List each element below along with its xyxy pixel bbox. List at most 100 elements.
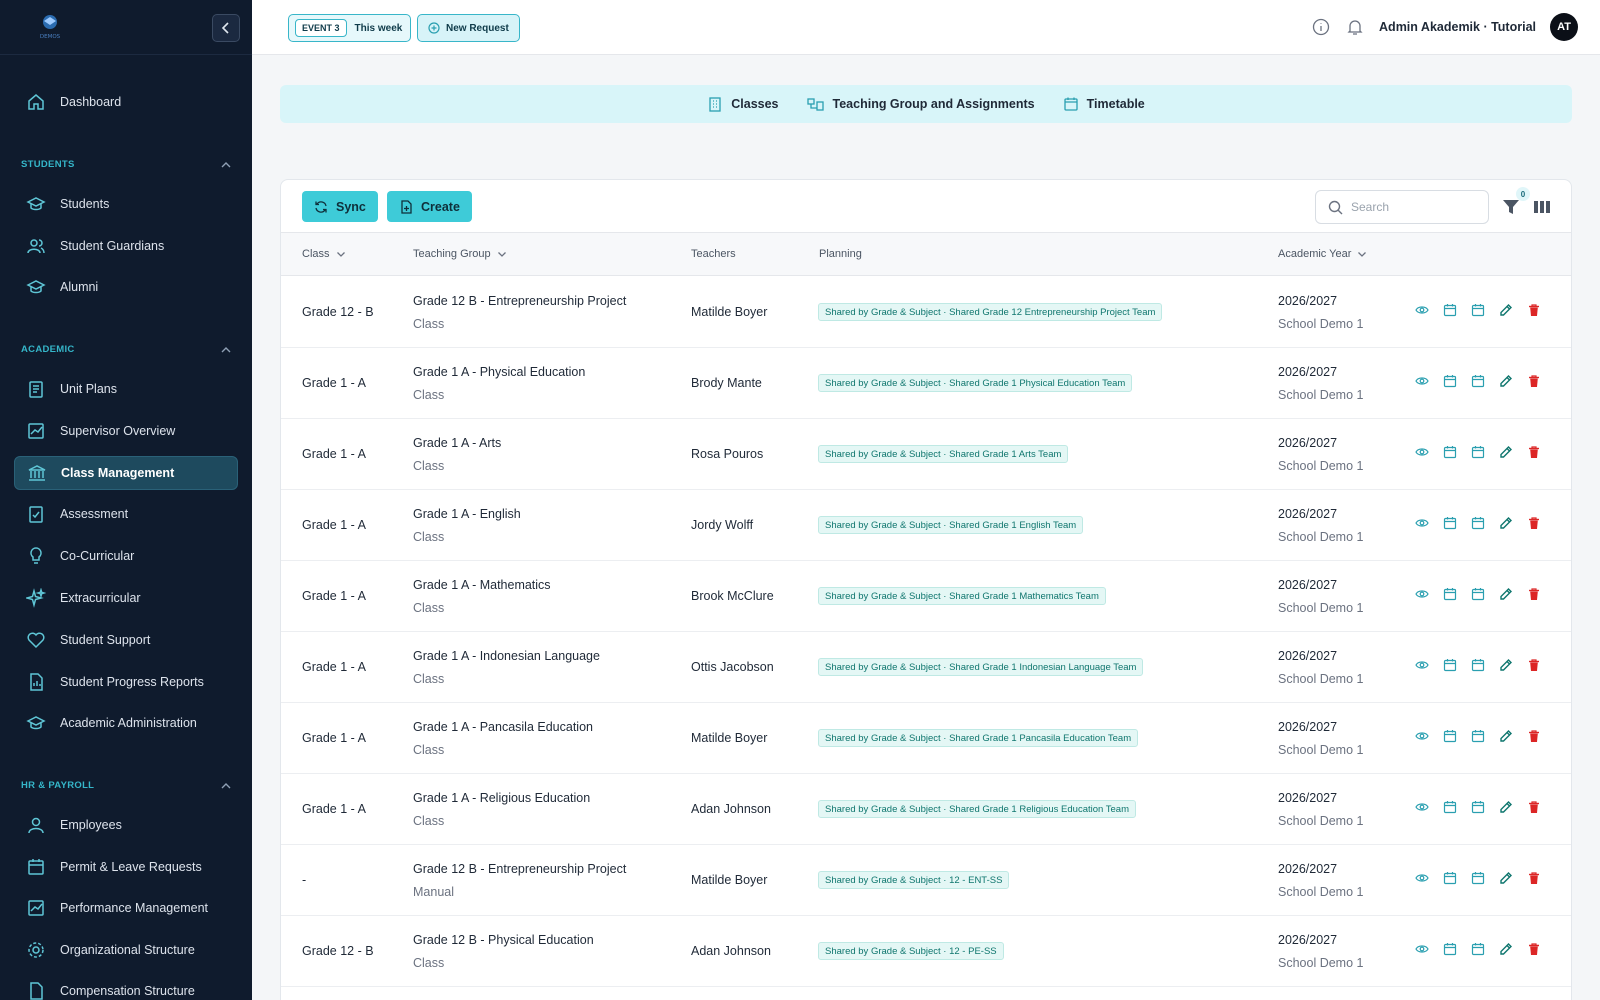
view-icon[interactable] xyxy=(1414,941,1430,957)
schedule-icon[interactable] xyxy=(1470,870,1486,886)
schedule-icon[interactable] xyxy=(1470,657,1486,673)
create-button[interactable]: Create xyxy=(387,191,472,222)
section-academic[interactable]: ACADEMIC xyxy=(21,344,231,355)
edit-icon[interactable] xyxy=(1498,586,1514,602)
column-header-class[interactable]: Class xyxy=(302,248,346,260)
edit-icon[interactable] xyxy=(1498,515,1514,531)
schedule-icon[interactable] xyxy=(1470,799,1486,815)
tab-teaching-group[interactable]: Teaching Group and Assignments xyxy=(806,96,1035,112)
schedule-icon[interactable] xyxy=(1470,302,1486,318)
calendar-icon[interactable] xyxy=(1442,444,1458,460)
event-chip[interactable]: EVENT 3 This week xyxy=(288,14,412,42)
sidebar-item-unit-plans[interactable]: Unit Plans xyxy=(14,372,238,406)
teaching-group-cell[interactable]: Grade 1 A - Arts xyxy=(413,436,501,450)
view-icon[interactable] xyxy=(1414,302,1430,318)
calendar-icon[interactable] xyxy=(1442,870,1458,886)
delete-icon[interactable] xyxy=(1526,373,1542,389)
edit-icon[interactable] xyxy=(1498,941,1514,957)
delete-icon[interactable] xyxy=(1526,870,1542,886)
calendar-icon[interactable] xyxy=(1442,586,1458,602)
sidebar-item-student-support[interactable]: Student Support xyxy=(14,623,238,657)
new-request-button[interactable]: New Request xyxy=(417,14,520,42)
calendar-icon[interactable] xyxy=(1442,728,1458,744)
sidebar-item-students[interactable]: Students xyxy=(14,187,238,221)
schedule-icon[interactable] xyxy=(1470,444,1486,460)
view-icon[interactable] xyxy=(1414,870,1430,886)
sidebar-item-performance-management[interactable]: Performance Management xyxy=(14,891,238,925)
sidebar-item-alumni[interactable]: Alumni xyxy=(14,270,238,304)
view-icon[interactable] xyxy=(1414,515,1430,531)
edit-icon[interactable] xyxy=(1498,870,1514,886)
sidebar-item-student-guardians[interactable]: Student Guardians xyxy=(14,229,238,263)
bell-icon[interactable] xyxy=(1345,17,1365,37)
teaching-group-cell[interactable]: Grade 1 A - Religious Education xyxy=(413,791,590,805)
info-icon[interactable] xyxy=(1311,17,1331,37)
edit-icon[interactable] xyxy=(1498,728,1514,744)
column-header-teaching-group[interactable]: Teaching Group xyxy=(413,248,507,260)
sidebar-item-assessment[interactable]: Assessment xyxy=(14,497,238,531)
view-icon[interactable] xyxy=(1414,657,1430,673)
teaching-group-cell[interactable]: Grade 1 A - Mathematics xyxy=(413,578,551,592)
sidebar-item-academic-administration[interactable]: Academic Administration xyxy=(14,706,238,740)
sidebar-item-permit-leave-requests[interactable]: Permit & Leave Requests xyxy=(14,850,238,884)
schedule-icon[interactable] xyxy=(1470,373,1486,389)
sidebar-item-co-curricular[interactable]: Co-Curricular xyxy=(14,539,238,573)
schedule-icon[interactable] xyxy=(1470,586,1486,602)
filter-icon[interactable] xyxy=(1501,197,1521,217)
tab-timetable[interactable]: Timetable xyxy=(1063,96,1145,112)
columns-icon[interactable] xyxy=(1533,198,1551,216)
view-icon[interactable] xyxy=(1414,444,1430,460)
calendar-icon[interactable] xyxy=(1442,941,1458,957)
teaching-group-cell[interactable]: Grade 1 A - Pancasila Education xyxy=(413,720,593,734)
sidebar-item-extracurricular[interactable]: Extracurricular xyxy=(14,581,238,615)
schedule-icon[interactable] xyxy=(1470,515,1486,531)
teaching-group-cell[interactable]: Grade 1 A - Physical Education xyxy=(413,365,585,379)
delete-icon[interactable] xyxy=(1526,302,1542,318)
schedule-icon[interactable] xyxy=(1470,941,1486,957)
edit-icon[interactable] xyxy=(1498,302,1514,318)
view-icon[interactable] xyxy=(1414,586,1430,602)
delete-icon[interactable] xyxy=(1526,515,1542,531)
calendar-icon[interactable] xyxy=(1442,373,1458,389)
avatar[interactable]: AT xyxy=(1550,13,1578,41)
sidebar-item-employees[interactable]: Employees xyxy=(14,808,238,842)
view-icon[interactable] xyxy=(1414,799,1430,815)
tab-classes[interactable]: Classes xyxy=(707,96,779,112)
sidebar-item-class-management[interactable]: Class Management xyxy=(14,456,238,490)
delete-icon[interactable] xyxy=(1526,586,1542,602)
delete-icon[interactable] xyxy=(1526,728,1542,744)
teaching-group-type: Class xyxy=(413,814,445,828)
teaching-group-cell[interactable]: Grade 12 B - Physical Education xyxy=(413,933,594,947)
delete-icon[interactable] xyxy=(1526,941,1542,957)
user-name[interactable]: Admin Akademik · Tutorial xyxy=(1379,20,1536,34)
sidebar-item-dashboard[interactable]: Dashboard xyxy=(14,85,238,119)
teaching-group-cell[interactable]: Grade 1 A - Indonesian Language xyxy=(413,649,600,663)
edit-icon[interactable] xyxy=(1498,657,1514,673)
search-input[interactable] xyxy=(1351,200,1471,214)
view-icon[interactable] xyxy=(1414,728,1430,744)
section-hr-payroll[interactable]: HR & PAYROLL xyxy=(21,780,231,791)
edit-icon[interactable] xyxy=(1498,799,1514,815)
sidebar-item-compensation-structure[interactable]: Compensation Structure xyxy=(14,974,238,1000)
collapse-sidebar-button[interactable] xyxy=(212,14,240,42)
delete-icon[interactable] xyxy=(1526,444,1542,460)
teaching-group-cell[interactable]: Grade 1 A - English xyxy=(413,507,521,521)
calendar-icon[interactable] xyxy=(1442,515,1458,531)
edit-icon[interactable] xyxy=(1498,444,1514,460)
view-icon[interactable] xyxy=(1414,373,1430,389)
sidebar-item-supervisor-overview[interactable]: Supervisor Overview xyxy=(14,414,238,448)
section-students[interactable]: STUDENTS xyxy=(21,159,231,170)
edit-icon[interactable] xyxy=(1498,373,1514,389)
calendar-icon[interactable] xyxy=(1442,302,1458,318)
sidebar-item-organizational-structure[interactable]: Organizational Structure xyxy=(14,933,238,967)
delete-icon[interactable] xyxy=(1526,657,1542,673)
calendar-icon[interactable] xyxy=(1442,657,1458,673)
delete-icon[interactable] xyxy=(1526,799,1542,815)
sidebar-item-student-progress-reports[interactable]: Student Progress Reports xyxy=(14,665,238,699)
teaching-group-cell[interactable]: Grade 12 B - Entrepreneurship Project xyxy=(413,294,626,308)
teaching-group-cell[interactable]: Grade 12 B - Entrepreneurship Project xyxy=(413,862,626,876)
calendar-icon[interactable] xyxy=(1442,799,1458,815)
sync-button[interactable]: Sync xyxy=(302,191,378,222)
schedule-icon[interactable] xyxy=(1470,728,1486,744)
column-header-academic-year[interactable]: Academic Year xyxy=(1278,248,1367,260)
